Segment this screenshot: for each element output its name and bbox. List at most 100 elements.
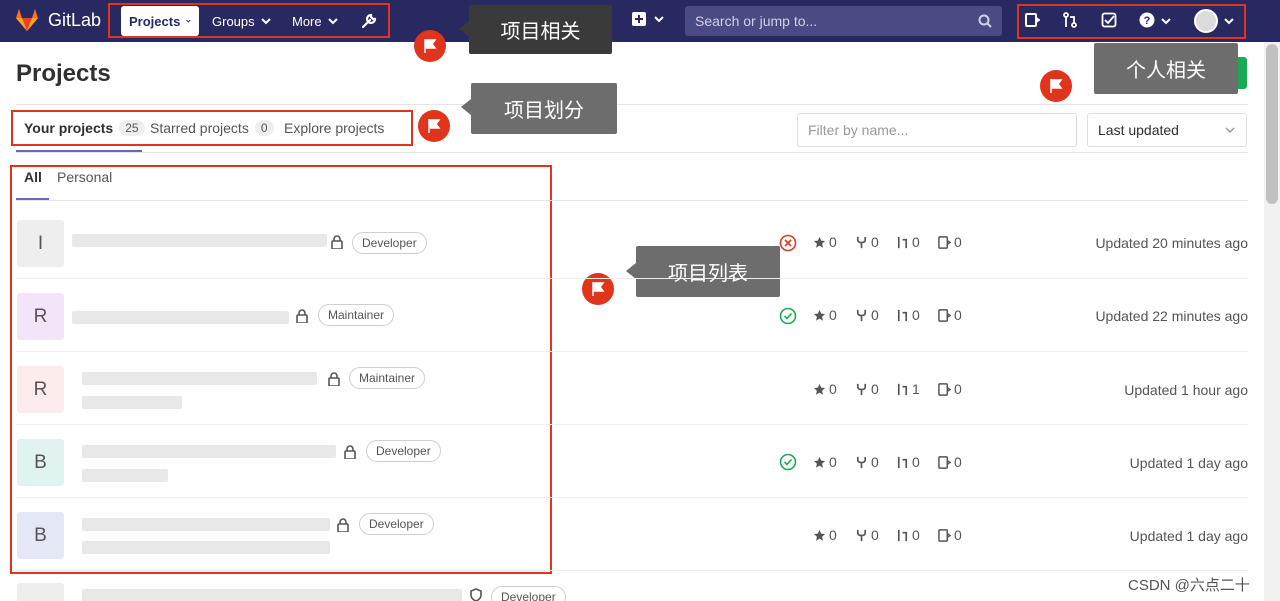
gitlab-fox-icon: [16, 9, 38, 31]
issue-icon: [938, 308, 951, 322]
tab-your-projects[interactable]: Your projects 25: [24, 120, 145, 136]
admin-wrench-icon[interactable]: [360, 12, 378, 30]
stat-value: 0: [829, 307, 837, 323]
user-avatar[interactable]: [1194, 9, 1218, 33]
merge-requests-count[interactable]: 1: [896, 381, 920, 397]
merge-request-icon: [897, 309, 908, 321]
merge-requests-count[interactable]: 0: [896, 234, 920, 250]
issues-icon[interactable]: [1024, 12, 1040, 28]
role-badge: Developer: [352, 232, 427, 254]
merge-requests-count[interactable]: 0: [896, 527, 920, 543]
annotation-pointer: [461, 99, 471, 115]
chevron-down-icon[interactable]: [1224, 16, 1234, 26]
project-name-redacted[interactable]: [82, 518, 330, 531]
tab-count-badge: 0: [254, 120, 274, 136]
todo-icon[interactable]: [1101, 12, 1117, 28]
issues-count[interactable]: 0: [938, 454, 962, 470]
tab-explore-projects[interactable]: Explore projects: [284, 120, 384, 136]
stat-value: 0: [954, 307, 962, 323]
forks-count[interactable]: 0: [855, 454, 879, 470]
issues-count[interactable]: 0: [938, 234, 962, 250]
project-description-redacted: [82, 541, 330, 554]
tab-label: Your projects: [24, 120, 114, 136]
pipeline-passed-icon[interactable]: [779, 453, 797, 471]
annotation-flag-icon: [1040, 70, 1072, 102]
issues-count[interactable]: 0: [938, 527, 962, 543]
stars-count[interactable]: 0: [813, 381, 837, 397]
role-badge: Maintainer: [318, 304, 395, 326]
chevron-down-icon[interactable]: [1161, 16, 1171, 26]
updated-timestamp: Updated 1 day ago: [1129, 528, 1248, 544]
star-icon: [813, 383, 826, 395]
chevron-down-icon: [1225, 127, 1235, 134]
forks-count[interactable]: 0: [855, 234, 879, 250]
project-avatar[interactable]: B: [17, 439, 64, 486]
project-row[interactable]: R Maintainer 0 0 1 0 Updated 1 hour ago: [16, 352, 1248, 425]
project-name-redacted[interactable]: [82, 372, 317, 385]
project-row[interactable]: I Developer 0 0 0 0 Updated 20 minutes a…: [16, 206, 1248, 279]
annotation-personal-related: 个人相关: [1094, 43, 1238, 94]
pipeline-passed-icon[interactable]: [779, 307, 797, 325]
fork-icon: [856, 309, 867, 321]
sort-dropdown[interactable]: Last updated: [1087, 113, 1247, 147]
forks-count[interactable]: 0: [855, 381, 879, 397]
annotation-project-related: 项目相关: [469, 5, 612, 54]
stat-value: 0: [912, 454, 920, 470]
subtab-personal[interactable]: Personal: [57, 169, 112, 185]
project-avatar[interactable]: R: [17, 366, 64, 413]
stat-value: 1: [912, 381, 920, 397]
private-lock-icon: [331, 235, 343, 249]
help-icon[interactable]: ?: [1139, 12, 1155, 28]
annotation-pointer: [459, 21, 469, 37]
groups-menu-button[interactable]: Groups: [204, 6, 279, 36]
merge-request-icon: [897, 236, 908, 248]
project-name-redacted[interactable]: [72, 234, 327, 247]
project-name-redacted[interactable]: [82, 445, 336, 458]
forks-count[interactable]: 0: [855, 307, 879, 323]
project-row[interactable]: R Maintainer 0 0 0 0 Updated 22 minutes …: [16, 279, 1248, 352]
stars-count[interactable]: 0: [813, 527, 837, 543]
groups-menu-label: Groups: [212, 13, 255, 29]
stat-value: 0: [954, 381, 962, 397]
merge-requests-count[interactable]: 0: [896, 307, 920, 323]
stat-value: 0: [829, 527, 837, 543]
project-row[interactable]: B Developer 0 0 0 0 Updated 1 day ago: [16, 425, 1248, 498]
merge-requests-icon[interactable]: [1062, 12, 1078, 28]
stat-value: 0: [912, 307, 920, 323]
project-avatar[interactable]: B: [17, 512, 64, 559]
stars-count[interactable]: 0: [813, 454, 837, 470]
private-lock-icon: [337, 518, 349, 532]
stars-count[interactable]: 0: [813, 234, 837, 250]
project-name-redacted[interactable]: [82, 589, 462, 601]
gitlab-logo[interactable]: GitLab: [14, 7, 101, 33]
stat-value: 0: [829, 454, 837, 470]
subtab-all[interactable]: All: [24, 169, 42, 185]
project-row[interactable]: Developer: [16, 571, 1248, 601]
chevron-down-icon: [327, 18, 338, 25]
project-avatar[interactable]: [17, 583, 64, 601]
fork-icon: [856, 383, 867, 395]
issues-count[interactable]: 0: [938, 381, 962, 397]
project-row[interactable]: B Developer 0 0 0 0 Updated 1 day ago: [16, 498, 1248, 571]
filter-by-name-input[interactable]: Filter by name...: [797, 113, 1077, 147]
project-name-redacted[interactable]: [72, 311, 289, 324]
project-avatar[interactable]: R: [17, 293, 64, 340]
role-badge: Developer: [491, 586, 566, 601]
search-input[interactable]: Search or jump to...: [685, 6, 1002, 36]
tab-count-badge: 25: [119, 120, 145, 136]
issues-count[interactable]: 0: [938, 307, 962, 323]
new-item-dropdown[interactable]: [632, 12, 664, 26]
pipeline-failed-icon[interactable]: [779, 234, 797, 252]
more-menu-button[interactable]: More: [284, 6, 346, 36]
tab-label: Explore projects: [284, 120, 385, 136]
updated-timestamp: Updated 22 minutes ago: [1095, 308, 1248, 324]
scrollbar-thumb[interactable]: [1266, 44, 1278, 204]
annotation-flag-icon: [414, 30, 446, 62]
projects-menu-button[interactable]: Projects: [121, 6, 199, 36]
tab-starred-projects[interactable]: Starred projects 0: [150, 120, 274, 136]
top-navbar: GitLab Projects Groups More Search or ju…: [0, 0, 1280, 42]
project-avatar[interactable]: I: [17, 220, 64, 267]
merge-requests-count[interactable]: 0: [896, 454, 920, 470]
forks-count[interactable]: 0: [855, 527, 879, 543]
stars-count[interactable]: 0: [813, 307, 837, 323]
